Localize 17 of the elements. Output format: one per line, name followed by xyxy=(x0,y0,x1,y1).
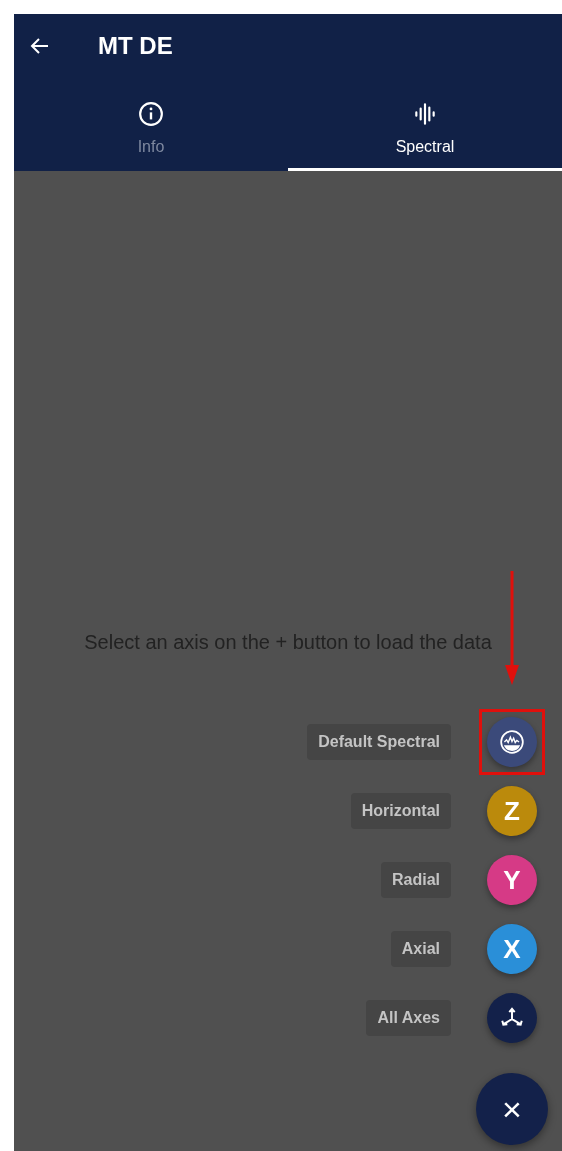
fab-label[interactable]: All Axes xyxy=(366,1000,451,1036)
fab-label[interactable]: Horizontal xyxy=(350,793,451,829)
info-icon xyxy=(138,101,164,127)
mini-fab-button[interactable]: Z xyxy=(487,786,537,836)
mini-fab-button[interactable] xyxy=(487,993,537,1043)
spectrum-gauge-icon xyxy=(499,729,525,755)
fab-label[interactable]: Radial xyxy=(381,862,451,898)
screen-title: MT DE xyxy=(98,32,173,60)
waveform-icon xyxy=(412,101,438,127)
mini-fab-button[interactable]: Y xyxy=(487,855,537,905)
close-fab-button[interactable]: × xyxy=(476,1073,548,1145)
highlight-frame xyxy=(479,709,545,775)
fab-label[interactable]: Axial xyxy=(390,931,451,967)
tab[interactable]: Info xyxy=(14,78,288,171)
fab-label[interactable]: Default Spectral xyxy=(307,724,451,760)
mini-fab-button[interactable]: X xyxy=(487,924,537,974)
mini-fab-button[interactable] xyxy=(487,717,537,767)
